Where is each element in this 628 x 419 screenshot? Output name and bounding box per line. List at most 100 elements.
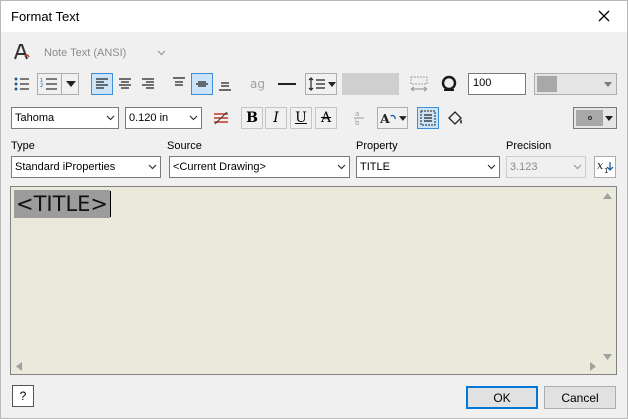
stretch-button[interactable] <box>408 73 430 95</box>
text-frame-icon <box>420 110 436 126</box>
cancel-button[interactable]: Cancel <box>544 386 616 409</box>
text-caret <box>110 191 111 217</box>
font-dropdown[interactable]: Tahoma <box>11 107 119 129</box>
bold-button[interactable]: B <box>241 107 263 129</box>
text-editor[interactable]: <TITLE> <box>10 186 617 375</box>
text-color-dropdown[interactable] <box>534 73 617 95</box>
ok-button[interactable]: OK <box>466 386 538 409</box>
fill-color-button[interactable] <box>444 107 466 129</box>
font-size-dropdown[interactable]: 0.120 in <box>125 107 202 129</box>
text-style-icon <box>11 41 33 63</box>
svg-text:2: 2 <box>40 83 43 89</box>
property-dropdown[interactable]: TITLE <box>356 156 500 178</box>
underline-button[interactable]: U <box>290 107 312 129</box>
chevron-down-icon <box>102 115 118 121</box>
background-fill-button[interactable] <box>417 107 439 129</box>
rotate-text-button[interactable] <box>438 73 460 95</box>
line-spacing-icon <box>308 77 325 91</box>
chevron-down-icon <box>144 164 160 170</box>
align-right-button[interactable] <box>137 73 159 95</box>
insert-parameter-icon: x 1 <box>597 159 614 175</box>
caret-down-icon <box>328 81 336 87</box>
symbol-icon: ag <box>250 77 265 91</box>
line-spacing-value-box[interactable] <box>342 73 399 95</box>
bullet-list-icon <box>14 77 29 91</box>
precision-label: Precision <box>506 140 552 152</box>
source-value: <Current Drawing> <box>173 161 266 173</box>
precision-dropdown[interactable]: 3.123 <box>506 156 586 178</box>
title-bar: Format Text <box>1 1 627 32</box>
scroll-up-icon[interactable] <box>603 193 612 199</box>
insert-symbol-button[interactable]: ag <box>247 73 269 95</box>
chevron-down-icon <box>605 116 613 121</box>
property-label: Property <box>356 140 398 152</box>
text-case-icon: A <box>380 111 397 126</box>
format-text-dialog: Format Text Note Text (ANSI) 1 2 ag 100 … <box>0 0 628 419</box>
insert-parameter-button[interactable]: x 1 <box>594 156 616 178</box>
help-button[interactable]: ? <box>12 385 34 407</box>
type-value: Standard iProperties <box>15 161 116 173</box>
text-stretch-icon <box>410 76 428 92</box>
stack-button[interactable] <box>210 107 232 129</box>
horizontal-scrollbar[interactable] <box>11 357 601 374</box>
align-right-icon <box>142 78 154 89</box>
strikethrough-button[interactable]: A <box>315 107 337 129</box>
chevron-down-icon <box>333 164 349 170</box>
align-left-button[interactable] <box>91 73 113 95</box>
text-style-dropdown[interactable]: Note Text (ANSI) <box>41 42 169 64</box>
align-center-icon <box>119 78 131 89</box>
vertical-scrollbar[interactable] <box>599 187 616 362</box>
chevron-down-icon <box>604 82 612 87</box>
valign-bottom-button[interactable] <box>214 73 236 95</box>
align-bottom-icon <box>219 82 231 91</box>
valign-middle-button[interactable] <box>191 73 213 95</box>
align-top-icon <box>173 77 185 86</box>
line-spacing-button[interactable] <box>305 73 337 95</box>
scroll-down-icon[interactable] <box>603 354 612 360</box>
horizontal-line-icon <box>278 83 296 85</box>
help-icon: ? <box>19 389 27 403</box>
caret-down-icon <box>399 115 407 121</box>
color-swatch <box>537 76 557 92</box>
svg-text:A: A <box>380 111 390 126</box>
font-size-value: 0.120 in <box>129 112 169 124</box>
stretch-percent-input[interactable]: 100 <box>468 73 526 95</box>
scroll-right-icon[interactable] <box>590 362 596 371</box>
svg-text:ag: ag <box>250 77 265 91</box>
paint-bucket-icon <box>448 111 462 125</box>
chevron-down-icon <box>153 50 169 56</box>
chevron-down-icon <box>483 164 499 170</box>
line-button[interactable] <box>276 73 298 95</box>
rotation-icon <box>441 75 457 91</box>
chevron-down-icon <box>569 164 585 170</box>
text-style-value: Note Text (ANSI) <box>44 47 127 59</box>
dialog-title: Format Text <box>11 9 80 24</box>
svg-text:b: b <box>355 119 360 127</box>
fill-color-dropdown[interactable] <box>573 107 617 129</box>
type-dropdown[interactable]: Standard iProperties <box>11 156 161 178</box>
numbered-list-icon: 1 2 <box>40 78 57 90</box>
caret-down-icon <box>66 81 76 87</box>
bullet-list-button[interactable] <box>11 73 33 95</box>
align-center-button[interactable] <box>114 73 136 95</box>
valign-top-button[interactable] <box>168 73 190 95</box>
italic-button[interactable]: I <box>265 107 287 129</box>
stack-icon <box>214 111 228 125</box>
scroll-left-icon[interactable] <box>16 362 22 371</box>
numbered-list-button[interactable]: 1 2 <box>37 73 79 95</box>
align-left-icon <box>96 78 108 89</box>
close-button[interactable] <box>581 1 627 32</box>
dot-icon <box>588 116 592 120</box>
svg-text:a: a <box>355 110 359 118</box>
precision-value: 3.123 <box>510 161 538 173</box>
font-value: Tahoma <box>15 112 55 124</box>
selected-text: <TITLE> <box>14 190 111 218</box>
source-label: Source <box>167 140 202 152</box>
type-label: Type <box>11 140 35 152</box>
chevron-down-icon <box>185 115 201 121</box>
svg-text:x: x <box>597 159 604 172</box>
case-button[interactable]: A <box>377 107 408 129</box>
stack-fraction-button[interactable]: a b <box>348 107 370 129</box>
property-value: TITLE <box>360 161 390 173</box>
source-dropdown[interactable]: <Current Drawing> <box>169 156 350 178</box>
